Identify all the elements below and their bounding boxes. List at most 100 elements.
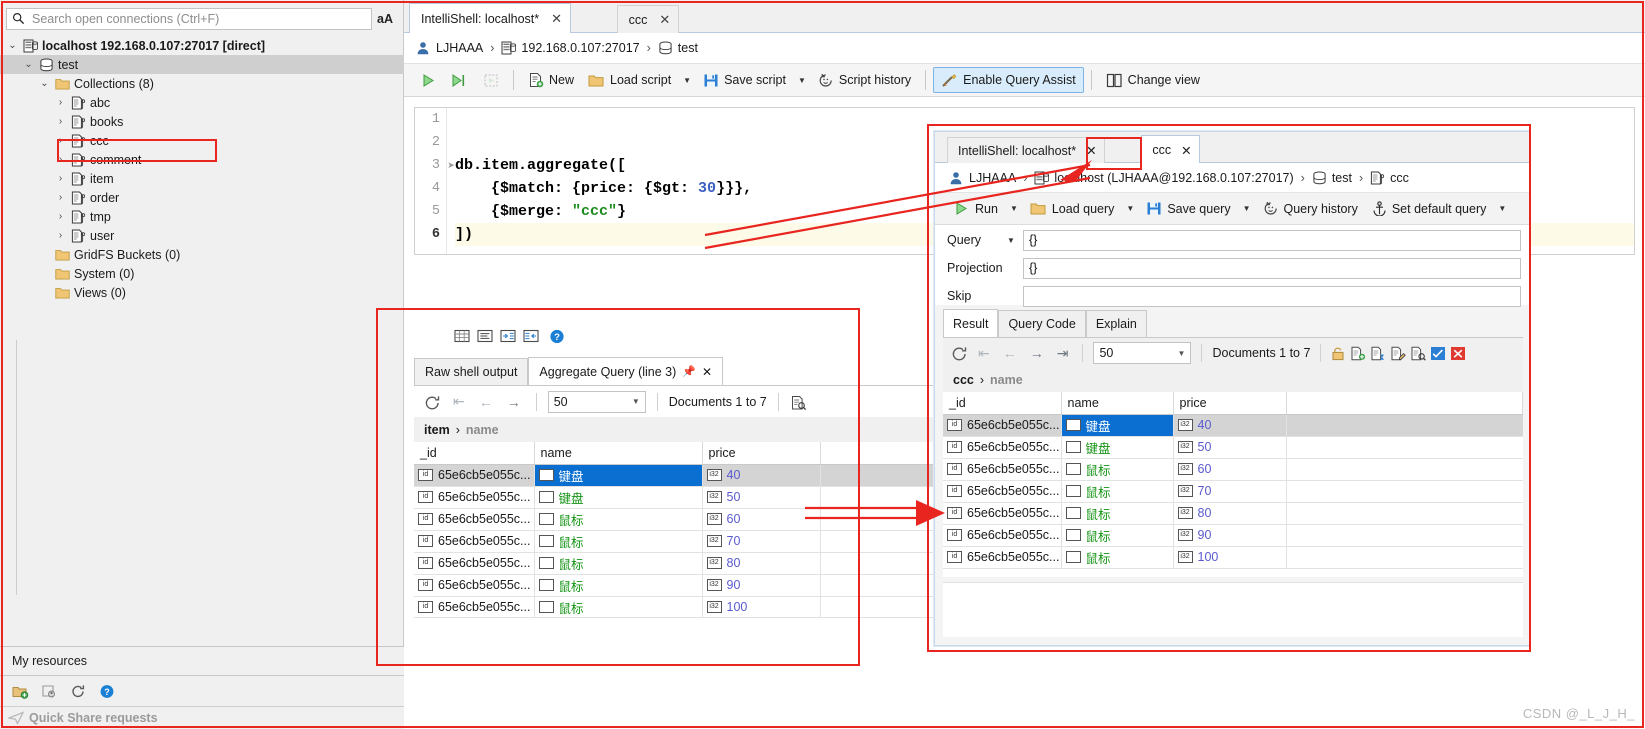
refresh-icon[interactable]	[70, 684, 85, 698]
tree-node-item[interactable]: › item	[0, 169, 404, 188]
document-search-icon[interactable]	[790, 395, 806, 410]
script-history-button[interactable]: Script history	[811, 67, 918, 93]
tree-node-order[interactable]: › order	[0, 188, 404, 207]
tree-node-views[interactable]: Views (0)	[0, 283, 404, 302]
expand-rows-icon[interactable]	[454, 329, 470, 343]
add-connection-icon[interactable]	[41, 684, 56, 698]
projection-input[interactable]: {}	[1023, 257, 1521, 279]
table-row[interactable]: id 65e6cb5e055c... 鼠标 i32 90	[943, 524, 1523, 547]
page-size-select[interactable]: 50 ▼	[1093, 342, 1192, 364]
float-tab-1[interactable]: ccc ✕	[1141, 135, 1200, 164]
help-icon[interactable]: ?	[99, 684, 114, 698]
clone-document-icon[interactable]	[1370, 346, 1385, 361]
text-view-icon[interactable]	[477, 329, 493, 343]
cell-id[interactable]: id 65e6cb5e055c...	[943, 480, 1062, 503]
twisty-icon[interactable]: ›	[54, 154, 67, 165]
cell-id[interactable]: id 65e6cb5e055c...	[414, 464, 535, 487]
query-mode-dropdown[interactable]: ▼	[1007, 236, 1023, 245]
cell-name[interactable]: 鼠标	[534, 596, 703, 617]
output-tab-1[interactable]: Aggregate Query (line 3) 📌 ✕	[528, 357, 724, 385]
run-query-dropdown[interactable]: ▼	[1005, 204, 1023, 213]
table-row[interactable]: id 65e6cb5e055c... 键盘 i32 50	[943, 436, 1523, 459]
table-row[interactable]: id 65e6cb5e055c... 鼠标 i32 70	[943, 480, 1523, 503]
save-script-dropdown[interactable]: ▼	[793, 76, 811, 85]
cell-name[interactable]: 键盘	[534, 464, 703, 487]
tree-node-system[interactable]: System (0)	[0, 264, 404, 283]
tree-node-localhost[interactable]: ⌄ localhost 192.168.0.107:27017 [direct]	[0, 36, 404, 55]
cell-price[interactable]: i32 100	[1173, 546, 1287, 569]
float-tab-0[interactable]: IntelliShell: localhost* ✕	[947, 137, 1105, 163]
cell-id[interactable]: id 65e6cb5e055c...	[943, 502, 1062, 525]
column-header-id[interactable]: _id	[414, 442, 535, 465]
run-script-button[interactable]	[414, 67, 444, 93]
cell-name[interactable]: 键盘	[1061, 436, 1174, 459]
load-query-button[interactable]: Load query	[1023, 196, 1122, 222]
twisty-icon[interactable]: ⌄	[6, 40, 19, 51]
stop-script-button[interactable]	[476, 67, 506, 93]
close-icon[interactable]: ✕	[1086, 143, 1096, 158]
breadcrumb-item[interactable]: test	[678, 41, 698, 55]
cell-name[interactable]: 鼠标	[534, 530, 703, 553]
run-to-cursor-button[interactable]	[444, 67, 476, 93]
cell-price[interactable]: i32 50	[702, 486, 821, 509]
cell-price[interactable]: i32 80	[1173, 502, 1287, 525]
tree-node-ccc[interactable]: › ccc	[0, 131, 404, 150]
cell-id[interactable]: id 65e6cb5e055c...	[414, 574, 535, 597]
cell-name[interactable]: 鼠标	[1061, 546, 1174, 569]
editor-tab-0[interactable]: IntelliShell: localhost* ✕	[409, 3, 572, 34]
set-default-query-dropdown[interactable]: ▼	[1493, 204, 1511, 213]
close-icon[interactable]: ✕	[659, 12, 670, 28]
tree-node-collections[interactable]: ⌄ Collections (8)	[0, 74, 404, 93]
tree-node-tmp[interactable]: › tmp	[0, 207, 404, 226]
cell-id[interactable]: id 65e6cb5e055c...	[943, 524, 1062, 547]
twisty-icon[interactable]: ›	[54, 192, 67, 203]
change-view-button[interactable]: Change view	[1099, 67, 1207, 93]
enable-query-assist-button[interactable]: Enable Query Assist	[933, 67, 1084, 93]
breadcrumb-item[interactable]: 192.168.0.107:27017	[521, 41, 639, 55]
cell-price[interactable]: i32 70	[702, 530, 821, 553]
save-script-button[interactable]: Save script	[696, 67, 793, 93]
cell-price[interactable]: i32 90	[702, 574, 821, 597]
cell-id[interactable]: id 65e6cb5e055c...	[414, 530, 535, 553]
cell-id[interactable]: id 65e6cb5e055c...	[414, 508, 535, 531]
load-query-dropdown[interactable]: ▼	[1121, 204, 1139, 213]
cell-id[interactable]: id 65e6cb5e055c...	[414, 596, 535, 617]
close-icon[interactable]: ✕	[551, 11, 562, 27]
breadcrumb-item[interactable]: localhost (LJHAAA@192.168.0.107:27017)	[1054, 171, 1293, 185]
cell-id[interactable]: id 65e6cb5e055c...	[943, 414, 1062, 437]
quick-share-bar[interactable]: Quick Share requests	[0, 707, 404, 729]
column-header-name[interactable]: name	[1061, 392, 1174, 415]
cell-name[interactable]: 鼠标	[1061, 502, 1174, 525]
close-icon[interactable]: ✕	[702, 365, 712, 379]
result-grid-right[interactable]: _id name price id 65e6cb5e055c... 键盘 i32 40 id 6…	[943, 392, 1523, 577]
query-input[interactable]: {}	[1023, 229, 1521, 251]
float-result-tab-result[interactable]: Result	[943, 309, 999, 337]
close-icon[interactable]: ✕	[1181, 143, 1191, 158]
cell-name[interactable]: 鼠标	[1061, 524, 1174, 547]
run-query-button[interactable]: Run	[947, 196, 1005, 222]
tree-node-test[interactable]: ⌄ test	[0, 55, 404, 74]
cell-price[interactable]: i32 90	[1173, 524, 1287, 547]
cell-price[interactable]: i32 60	[702, 508, 821, 531]
new-folder-icon[interactable]	[12, 684, 29, 699]
tree-node-user[interactable]: › user	[0, 226, 404, 245]
cell-name[interactable]: 鼠标	[534, 508, 703, 531]
search-input[interactable]: Search open connections (Ctrl+F)	[6, 8, 372, 30]
column-header-price[interactable]: price	[702, 442, 821, 465]
twisty-icon[interactable]: ›	[54, 135, 67, 146]
column-header-id[interactable]: _id	[943, 392, 1062, 415]
column-header-price[interactable]: price	[1173, 392, 1287, 415]
cell-price[interactable]: i32 50	[1173, 436, 1287, 459]
skip-input[interactable]	[1023, 285, 1521, 307]
cell-id[interactable]: id 65e6cb5e055c...	[414, 486, 535, 509]
editor-tab-1[interactable]: ccc ✕	[616, 5, 680, 33]
float-result-tab-query-code[interactable]: Query Code	[998, 310, 1086, 337]
cell-price[interactable]: i32 40	[1173, 414, 1287, 437]
expand-all-icon[interactable]	[500, 329, 516, 343]
code-line[interactable]	[455, 108, 1634, 131]
font-size-toggle[interactable]: aA	[372, 12, 398, 26]
code-fold-marker[interactable]: ➤	[447, 154, 455, 177]
load-script-dropdown[interactable]: ▼	[678, 76, 696, 85]
view-document-icon[interactable]	[1410, 346, 1427, 361]
twisty-icon[interactable]: ⌄	[38, 78, 51, 89]
